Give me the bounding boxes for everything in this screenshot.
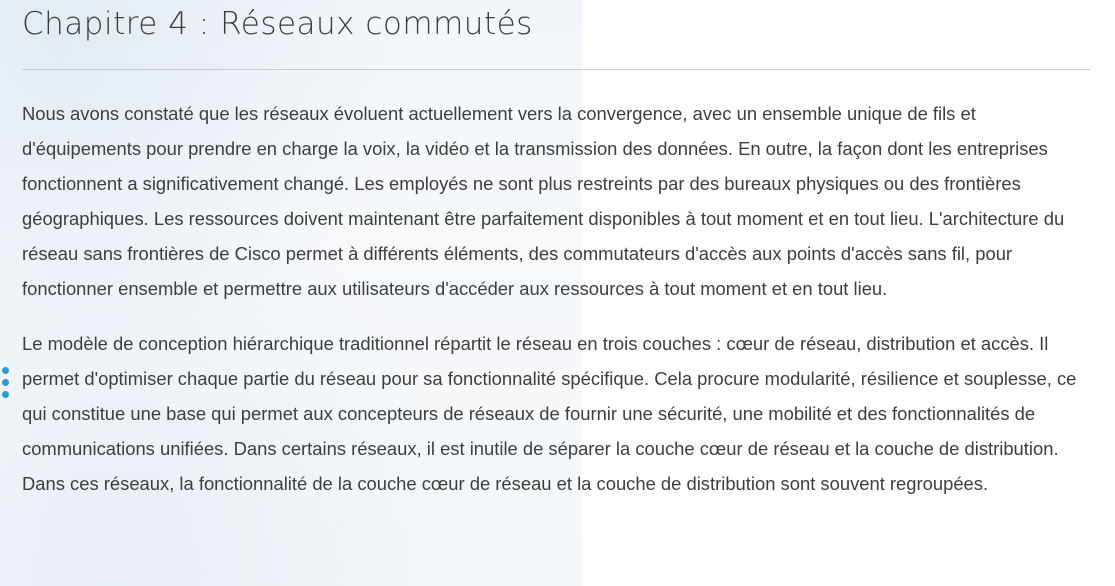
dot [2,391,9,398]
title-divider [22,69,1090,70]
vertical-dots-icon[interactable] [2,367,10,401]
main-content: Chapitre 4 : Réseaux commutés Nous avons… [22,0,1090,501]
paragraph: Nous avons constaté que les réseaux évol… [22,103,1065,299]
paragraph: Le modèle de conception hiérarchique tra… [22,333,1077,494]
page-title: Chapitre 4 : Réseaux commutés [22,6,533,42]
dot [2,367,9,374]
dot [2,379,9,386]
